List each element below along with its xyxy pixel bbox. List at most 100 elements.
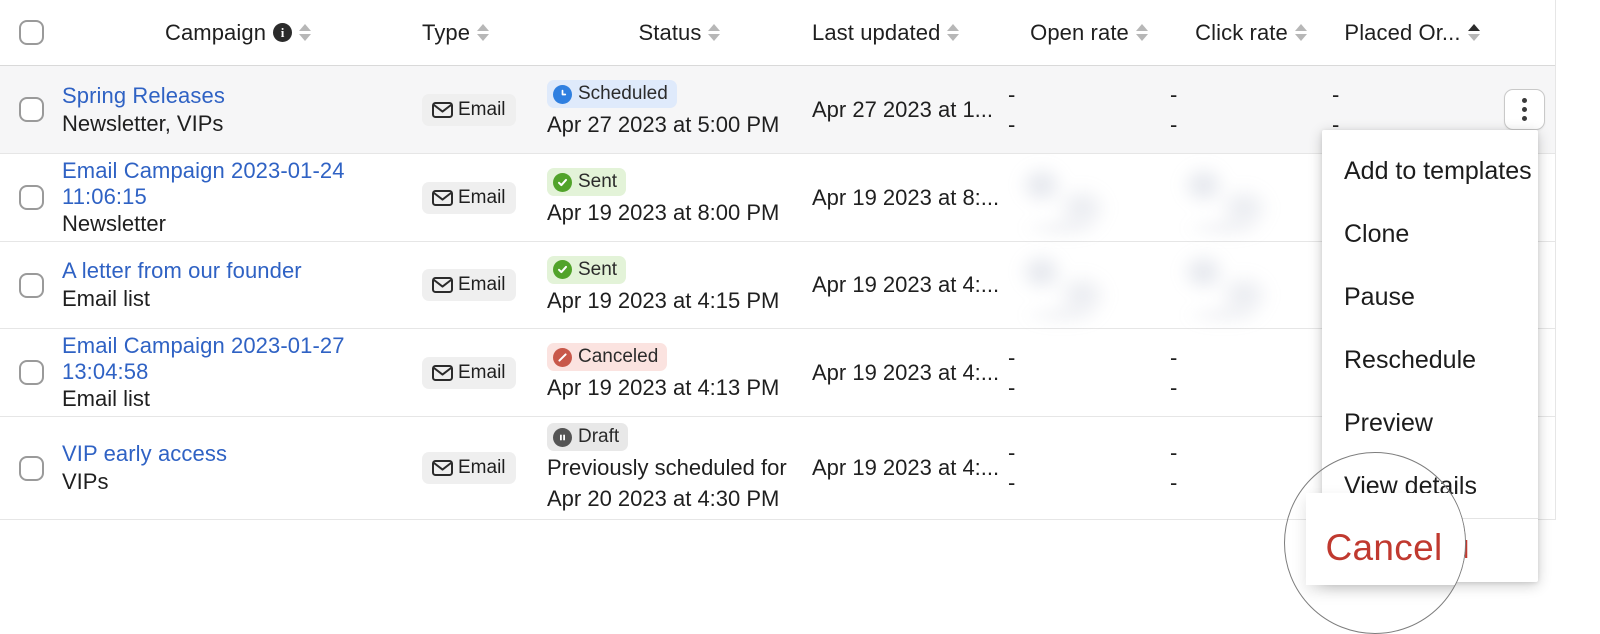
click-cell: -- [1170,66,1332,153]
row-select-cell [0,66,62,153]
status-badge: Sent [547,256,626,284]
click-cell [1170,154,1332,241]
redacted-metric [1170,242,1282,328]
redacted-metric [1170,155,1282,241]
sort-icon[interactable] [477,24,489,41]
type-chip: Email [422,452,516,484]
campaign-audience: Newsletter [62,211,414,237]
header-updated[interactable]: Last updated [812,20,959,46]
row-checkbox[interactable] [19,185,44,210]
type-cell: Email [422,154,547,241]
header-cell-orders[interactable]: Placed Or... [1332,20,1492,46]
header-campaign[interactable]: Campaign i [165,20,311,46]
header-cell-campaign[interactable]: Campaign i [62,20,422,46]
header-open[interactable]: Open rate [1030,20,1148,46]
select-all-checkbox[interactable] [19,20,44,45]
header-cell-type[interactable]: Type [422,20,547,46]
table-right-edge [1555,0,1556,520]
sort-icon[interactable] [1468,24,1480,41]
menu-item-clone[interactable]: Clone [1322,203,1538,266]
status-label: Sent [578,171,617,193]
last-updated-cell: Apr 19 2023 at 4:... [812,329,1008,416]
header-click[interactable]: Click rate [1195,20,1307,46]
header-cell-updated[interactable]: Last updated [812,20,1008,46]
open-value: - [1008,373,1170,403]
magnifier-content: Cancel [1285,453,1466,634]
header-cell-click[interactable]: Click rate [1170,20,1332,46]
status-cell: CanceledApr 19 2023 at 4:13 PM [547,329,812,416]
status-scheduled-icon [553,85,572,104]
header-orders-label: Placed Or... [1344,20,1460,46]
menu-item-label: Clone [1344,220,1409,249]
campaign-link[interactable]: VIP early access [62,441,414,467]
type-label: Email [458,274,506,296]
type-label: Email [458,187,506,209]
header-campaign-label: Campaign [165,20,266,46]
menu-item-reschedule[interactable]: Reschedule [1322,329,1538,392]
sort-icon[interactable] [947,24,959,41]
sort-icon[interactable] [299,24,311,41]
status-badge: Draft [547,423,628,451]
status-badge: Sent [547,168,626,196]
status-cell: DraftPreviously scheduled forApr 20 2023… [547,417,812,519]
magnifier-overlay: Cancel [1284,452,1466,634]
status-cell: SentApr 19 2023 at 4:15 PM [547,242,812,328]
click-value: - [1170,343,1332,373]
type-cell: Email [422,329,547,416]
row-select-cell [0,329,62,416]
header-orders[interactable]: Placed Or... [1344,20,1479,46]
table-header-row: Campaign i Type Status Last updated Open rate… [0,0,1556,66]
header-cell-open[interactable]: Open rate [1008,20,1170,46]
type-chip: Email [422,94,516,126]
status-badge: Scheduled [547,80,677,108]
last-updated-value: Apr 19 2023 at 4:... [812,360,999,386]
row-actions-kebab-button[interactable] [1504,89,1545,130]
type-cell: Email [422,242,547,328]
envelope-icon [432,277,453,293]
kebab-dot [1522,98,1527,103]
status-draft-icon [553,428,572,447]
menu-item-add-to-templates[interactable]: Add to templates [1322,140,1538,203]
open-value: - [1008,438,1170,468]
menu-item-pause[interactable]: Pause [1322,266,1538,329]
kebab-dot [1522,107,1527,112]
header-type-label: Type [422,20,470,46]
type-chip: Email [422,182,516,214]
type-cell: Email [422,66,547,153]
kebab-dot [1522,116,1527,121]
header-type[interactable]: Type [422,20,489,46]
last-updated-cell: Apr 27 2023 at 1... [812,66,1008,153]
row-checkbox[interactable] [19,360,44,385]
campaign-link[interactable]: Email Campaign 2023-01-27 13:04:58 [62,333,414,385]
campaign-link[interactable]: Email Campaign 2023-01-24 11:06:15 [62,158,414,210]
header-status-label: Status [639,20,702,46]
header-click-label: Click rate [1195,20,1288,46]
status-detail: Apr 19 2023 at 8:00 PM [547,200,812,227]
row-checkbox[interactable] [19,97,44,122]
last-updated-cell: Apr 19 2023 at 8:... [812,154,1008,241]
orders-value: - [1332,80,1492,110]
header-cell-status[interactable]: Status [547,20,812,46]
open-value: - [1008,80,1170,110]
header-status[interactable]: Status [639,20,721,46]
type-label: Email [458,362,506,384]
row-checkbox[interactable] [19,273,44,298]
status-canceled-icon [553,348,572,367]
open-cell [1008,242,1170,328]
open-cell: -- [1008,66,1170,153]
campaign-link[interactable]: Spring Releases [62,83,414,109]
row-checkbox[interactable] [19,456,44,481]
sort-icon[interactable] [1136,24,1148,41]
envelope-icon [432,190,453,206]
type-label: Email [458,99,506,121]
info-icon[interactable]: i [273,23,292,42]
sort-icon[interactable] [708,24,720,41]
click-value: - [1170,373,1332,403]
campaign-link[interactable]: A letter from our founder [62,258,414,284]
campaign-audience: Email list [62,386,414,412]
menu-item-preview[interactable]: Preview [1322,392,1538,455]
last-updated-cell: Apr 19 2023 at 4:... [812,417,1008,519]
last-updated-value: Apr 19 2023 at 8:... [812,185,999,211]
campaign-cell: A letter from our founderEmail list [62,242,422,328]
sort-icon[interactable] [1295,24,1307,41]
